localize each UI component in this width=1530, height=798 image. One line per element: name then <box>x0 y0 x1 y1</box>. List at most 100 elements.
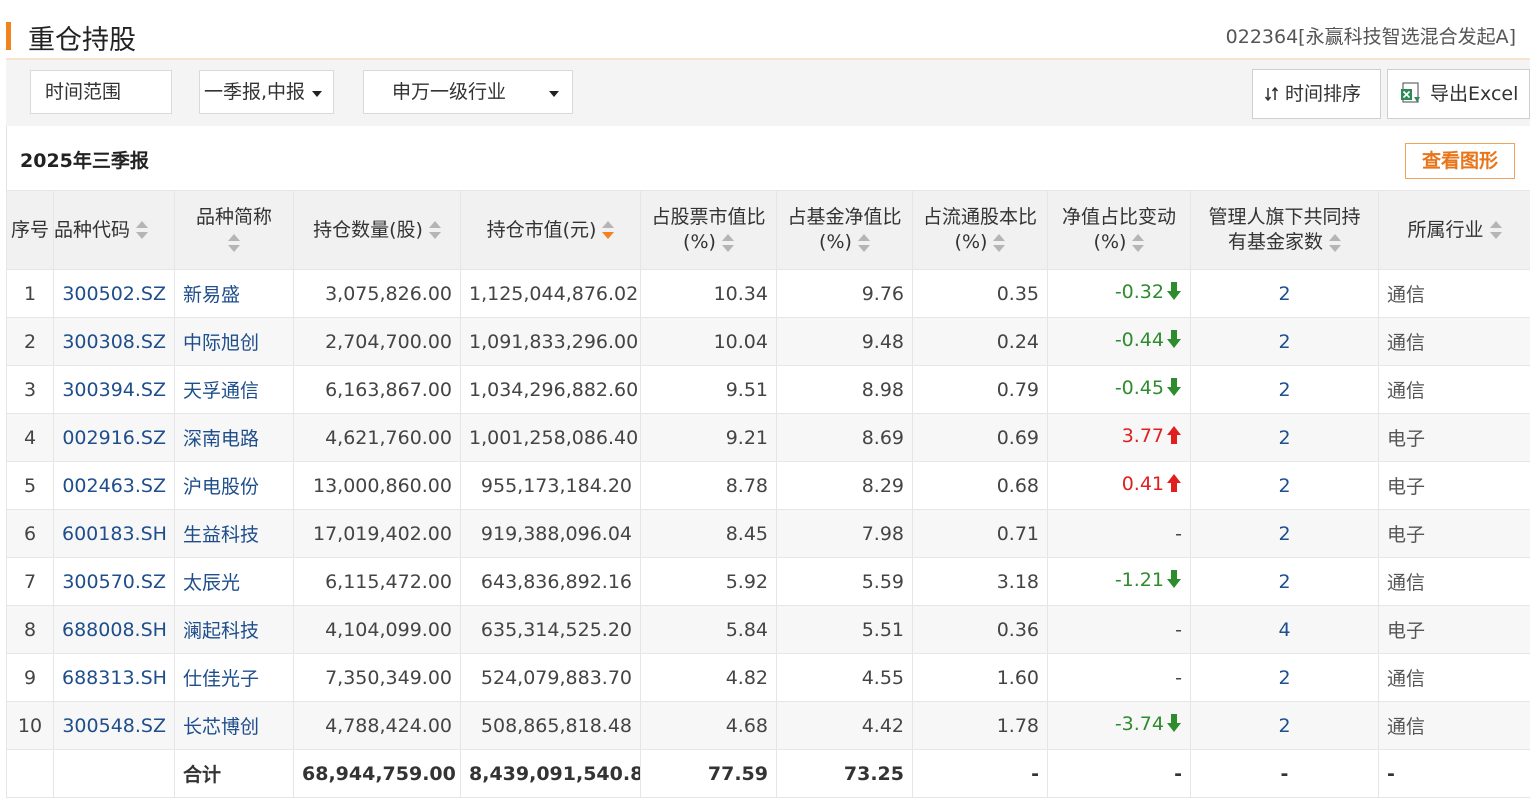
stock-name-link[interactable]: 中际旭创 <box>174 317 294 366</box>
sort-icon[interactable] <box>428 221 441 239</box>
export-excel-button[interactable]: 导出Excel <box>1387 69 1530 119</box>
cell-market-value: 955,173,184.20 <box>460 461 641 510</box>
sort-active-icon[interactable] <box>602 221 615 239</box>
col-header-change[interactable]: 净值占比变动 (%) <box>1047 190 1191 270</box>
sort-icon[interactable] <box>993 233 1006 252</box>
stock-code-link[interactable]: 002916.SZ <box>53 413 175 462</box>
cell-industry: 通信 <box>1378 269 1530 318</box>
stock-code-link[interactable]: 300548.SZ <box>53 701 175 750</box>
table-row: 1 300502.SZ 新易盛 3,075,826.00 1,125,044,876.0… <box>6 269 1530 318</box>
cell-nav-pct: 9.76 <box>776 269 913 318</box>
cell-industry: 电子 <box>1378 461 1530 510</box>
cell-no: 1 <box>6 269 54 318</box>
col-header-industry[interactable]: 所属行业 <box>1378 190 1530 270</box>
industry-select[interactable]: 申万一级行业 <box>363 70 573 114</box>
col-header-float-pct[interactable]: 占流通股本比 (%) <box>912 190 1048 270</box>
cell-quantity: 3,075,826.00 <box>293 269 461 318</box>
cell-quantity: 4,788,424.00 <box>293 701 461 750</box>
cell-change: 0.41 <box>1047 461 1191 510</box>
col-header-nav-pct[interactable]: 占基金净值比 (%) <box>776 190 913 270</box>
stock-code-link[interactable]: 300570.SZ <box>53 557 175 606</box>
chevron-down-icon <box>312 91 322 97</box>
cell-quantity: 6,115,472.00 <box>293 557 461 606</box>
stock-name-link[interactable]: 新易盛 <box>174 269 294 318</box>
cell-change: 3.77 <box>1047 413 1191 462</box>
cell-stock-pct: 10.34 <box>640 269 777 318</box>
stock-name-link[interactable]: 沪电股份 <box>174 461 294 510</box>
cell-nav-pct: 4.55 <box>776 653 913 702</box>
stock-name-link[interactable]: 仕佳光子 <box>174 653 294 702</box>
time-sort-label: 时间排序 <box>1285 83 1362 105</box>
cell-change: -0.45 <box>1047 365 1191 414</box>
sort-icon[interactable] <box>1132 233 1145 252</box>
cell-market-value: 508,865,818.48 <box>460 701 641 750</box>
stock-code-link[interactable]: 002463.SZ <box>53 461 175 510</box>
cell-fund-count: 2 <box>1190 653 1379 702</box>
stock-code-link[interactable]: 300502.SZ <box>53 269 175 318</box>
sort-icon[interactable] <box>1489 221 1502 239</box>
change-value: -0.44 <box>1114 329 1164 351</box>
stock-name-link[interactable]: 生益科技 <box>174 509 294 558</box>
total-fund-count: - <box>1190 749 1379 798</box>
total-change: - <box>1047 749 1191 798</box>
holdings-table: 序号 品种代码 品种简称 持仓数量(股) 持仓市值(元) 占股票市值比 (%) 占… <box>6 190 1530 798</box>
col-header-market-value[interactable]: 持仓市值(元) <box>460 190 641 270</box>
cell-fund-count: 2 <box>1190 317 1379 366</box>
cell-nav-pct: 5.59 <box>776 557 913 606</box>
chevron-down-icon <box>549 91 559 97</box>
time-range-button[interactable]: 时间范围 <box>30 70 172 114</box>
cell-market-value: 524,079,883.70 <box>460 653 641 702</box>
view-chart-button[interactable]: 查看图形 <box>1405 143 1515 179</box>
sort-icon[interactable] <box>228 233 240 252</box>
stock-name-link[interactable]: 深南电路 <box>174 413 294 462</box>
col-header-stock-pct[interactable]: 占股票市值比 (%) <box>640 190 777 270</box>
report-period-label: 2025年三季报 <box>20 150 149 172</box>
stock-name-link[interactable]: 长芯博创 <box>174 701 294 750</box>
stock-name-link[interactable]: 天孚通信 <box>174 365 294 414</box>
cell-fund-count: 2 <box>1190 461 1379 510</box>
col-header-name[interactable]: 品种简称 <box>174 190 294 270</box>
stock-code-link[interactable]: 600183.SH <box>53 509 175 558</box>
change-value: - <box>1175 666 1182 689</box>
cell-stock-pct: 9.51 <box>640 365 777 414</box>
total-market-value: 8,439,091,540.80 <box>460 749 641 798</box>
change-value: -0.32 <box>1114 281 1164 303</box>
change-value: 3.77 <box>1121 425 1164 447</box>
toolbar: 时间范围 一季报,中报 申万一级行业 时间排序 导出Excel <box>6 60 1530 126</box>
sort-arrows-icon <box>1253 83 1285 105</box>
sort-icon[interactable] <box>1329 233 1341 252</box>
cell-change: - <box>1047 509 1191 558</box>
col-header-code[interactable]: 品种代码 <box>53 190 175 270</box>
cell-stock-pct: 5.84 <box>640 605 777 654</box>
report-period-select[interactable]: 一季报,中报 <box>199 70 334 114</box>
sort-icon[interactable] <box>721 233 734 252</box>
time-sort-button[interactable]: 时间排序 <box>1252 69 1381 119</box>
cell-industry: 通信 <box>1378 317 1530 366</box>
col-header-quantity[interactable]: 持仓数量(股) <box>293 190 461 270</box>
stock-code-link[interactable]: 300394.SZ <box>53 365 175 414</box>
table-row: 6 600183.SH 生益科技 17,019,402.00 919,388,096.0… <box>6 509 1530 558</box>
table-row: 5 002463.SZ 沪电股份 13,000,860.00 955,173,184.2… <box>6 461 1530 510</box>
cell-no: 4 <box>6 413 54 462</box>
stock-name-link[interactable]: 澜起科技 <box>174 605 294 654</box>
stock-code-link[interactable]: 688313.SH <box>53 653 175 702</box>
cell-float-pct: 0.79 <box>912 365 1048 414</box>
table-header-row: 序号 品种代码 品种简称 持仓数量(股) 持仓市值(元) 占股票市值比 (%) 占… <box>6 190 1530 270</box>
sort-icon[interactable] <box>857 233 870 252</box>
arrow-down-icon <box>1166 329 1182 354</box>
cell-no: 3 <box>6 365 54 414</box>
stock-name-link[interactable]: 太辰光 <box>174 557 294 606</box>
col-header-fund-count[interactable]: 管理人旗下共同持 有基金家数 <box>1190 190 1379 270</box>
sort-icon[interactable] <box>136 221 149 239</box>
stock-code-link[interactable]: 300308.SZ <box>53 317 175 366</box>
cell-nav-pct: 4.42 <box>776 701 913 750</box>
cell-market-value: 643,836,892.16 <box>460 557 641 606</box>
cell-no: 10 <box>6 701 54 750</box>
stock-code-link[interactable]: 688008.SH <box>53 605 175 654</box>
cell-change: -0.44 <box>1047 317 1191 366</box>
total-float-pct: - <box>912 749 1048 798</box>
cell-stock-pct: 4.68 <box>640 701 777 750</box>
cell-stock-pct: 8.78 <box>640 461 777 510</box>
cell-float-pct: 0.68 <box>912 461 1048 510</box>
cell-quantity: 13,000,860.00 <box>293 461 461 510</box>
